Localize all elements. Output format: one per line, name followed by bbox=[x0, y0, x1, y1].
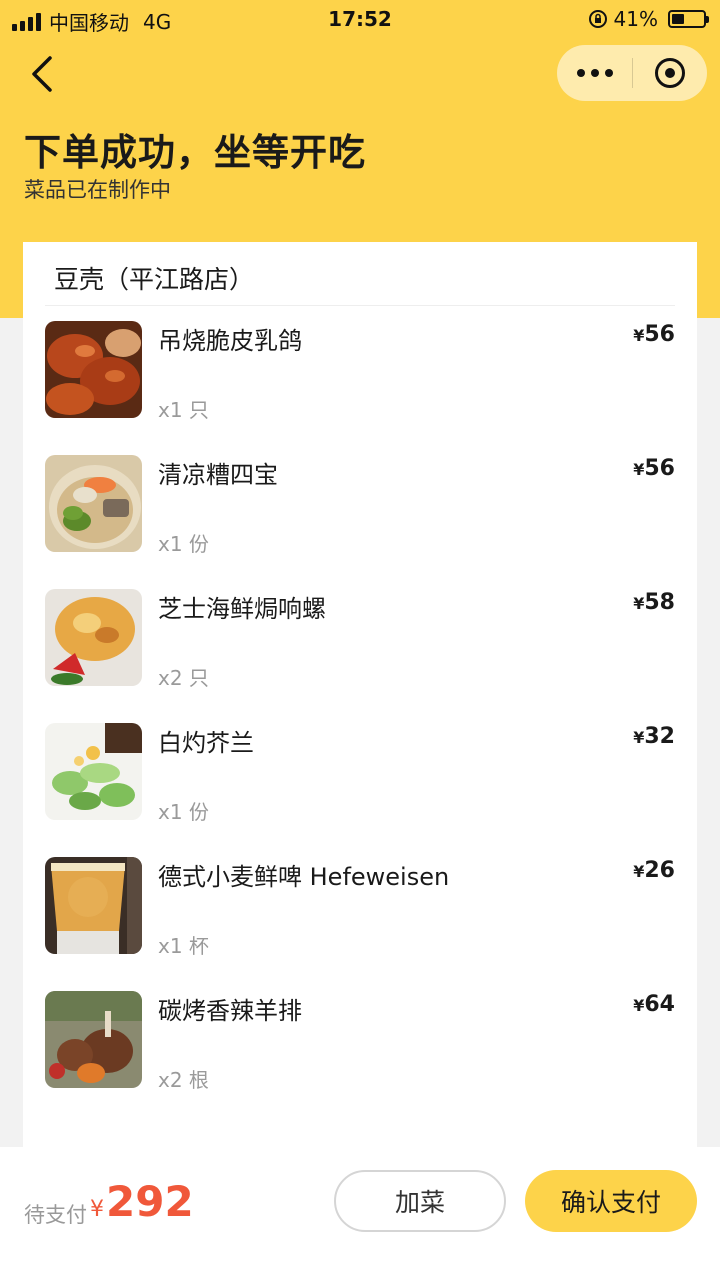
list-item: 清凉糟四宝 x1 份 ¥56 bbox=[45, 455, 675, 556]
currency-symbol: ¥ bbox=[633, 460, 645, 479]
item-quantity: x1 份 bbox=[158, 800, 209, 824]
kale-photo bbox=[45, 723, 142, 820]
item-quantity: x1 份 bbox=[158, 532, 209, 556]
item-price-value: 56 bbox=[644, 322, 675, 347]
total-label: 待支付 bbox=[24, 1203, 87, 1227]
item-price: ¥56 bbox=[633, 456, 675, 481]
beer-photo bbox=[45, 857, 142, 954]
item-name: 芝士海鲜焗响螺 bbox=[158, 595, 326, 623]
item-quantity: x1 杯 bbox=[158, 934, 209, 958]
target-icon bbox=[655, 58, 685, 88]
status-bar: 中国移动 4G 17:52 41% bbox=[0, 0, 720, 38]
currency-symbol: ¥ bbox=[633, 862, 645, 881]
item-quantity: x2 只 bbox=[158, 666, 209, 690]
total-currency-symbol: ¥ bbox=[90, 1197, 104, 1222]
item-name: 碳烤香辣羊排 bbox=[158, 997, 302, 1025]
item-price-value: 58 bbox=[644, 590, 675, 615]
store-name: 豆壳（平江路店） bbox=[54, 265, 255, 294]
item-price-value: 64 bbox=[644, 992, 675, 1017]
chevron-left-icon bbox=[32, 56, 52, 92]
item-price: ¥56 bbox=[633, 322, 675, 347]
item-name: 清凉糟四宝 bbox=[158, 461, 278, 489]
item-price: ¥32 bbox=[633, 724, 675, 749]
item-quantity: x2 根 bbox=[158, 1068, 209, 1092]
page-title: 下单成功，坐等开吃 bbox=[24, 131, 366, 174]
close-mini-program-button[interactable] bbox=[633, 45, 707, 101]
baked-conch-photo bbox=[45, 589, 142, 686]
total-amount: 292 bbox=[106, 1177, 194, 1226]
list-item: 德式小麦鲜啤 Hefeweisen x1 杯 ¥26 bbox=[45, 857, 675, 958]
bottom-bar: 待支付 ¥ 292 加菜 确认支付 bbox=[0, 1147, 720, 1280]
item-quantity: x1 只 bbox=[158, 398, 209, 422]
confirm-payment-button[interactable]: 确认支付 bbox=[525, 1170, 697, 1232]
currency-symbol: ¥ bbox=[633, 728, 645, 747]
list-item: 吊烧脆皮乳鸽 x1 只 ¥56 bbox=[45, 321, 675, 422]
lamb-chop-photo bbox=[45, 991, 142, 1088]
battery-percent: 41% bbox=[613, 7, 658, 31]
roast-pigeon-photo bbox=[45, 321, 142, 418]
store-divider bbox=[45, 305, 675, 306]
status-right: 41% bbox=[588, 7, 709, 31]
currency-symbol: ¥ bbox=[633, 594, 645, 613]
rotation-lock-icon bbox=[588, 10, 607, 28]
item-price: ¥64 bbox=[633, 992, 675, 1017]
list-item: 芝士海鲜焗响螺 x2 只 ¥58 bbox=[45, 589, 675, 690]
item-price-value: 32 bbox=[644, 724, 675, 749]
currency-symbol: ¥ bbox=[633, 326, 645, 345]
item-price-value: 56 bbox=[644, 456, 675, 481]
item-price-value: 26 bbox=[644, 858, 675, 883]
cold-dish-photo bbox=[45, 455, 142, 552]
battery-icon bbox=[668, 10, 709, 28]
order-card: 豆壳（平江路店） 吊烧脆皮乳鸽 x1 只 ¥56 清凉糟四宝 x1 份 ¥56 … bbox=[23, 242, 697, 1152]
back-button[interactable] bbox=[24, 52, 64, 96]
item-name: 吊烧脆皮乳鸽 bbox=[158, 327, 302, 355]
item-price: ¥58 bbox=[633, 590, 675, 615]
page-subtitle: 菜品已在制作中 bbox=[24, 178, 171, 202]
list-item: 碳烤香辣羊排 x2 根 ¥64 bbox=[45, 991, 675, 1092]
more-icon[interactable] bbox=[557, 45, 632, 101]
item-name: 白灼芥兰 bbox=[158, 729, 254, 757]
item-price: ¥26 bbox=[633, 858, 675, 883]
list-item: 白灼芥兰 x1 份 ¥32 bbox=[45, 723, 675, 824]
mini-program-capsule bbox=[557, 45, 707, 101]
add-dish-button[interactable]: 加菜 bbox=[334, 1170, 506, 1232]
currency-symbol: ¥ bbox=[633, 996, 645, 1015]
item-name: 德式小麦鲜啤 Hefeweisen bbox=[158, 863, 450, 891]
